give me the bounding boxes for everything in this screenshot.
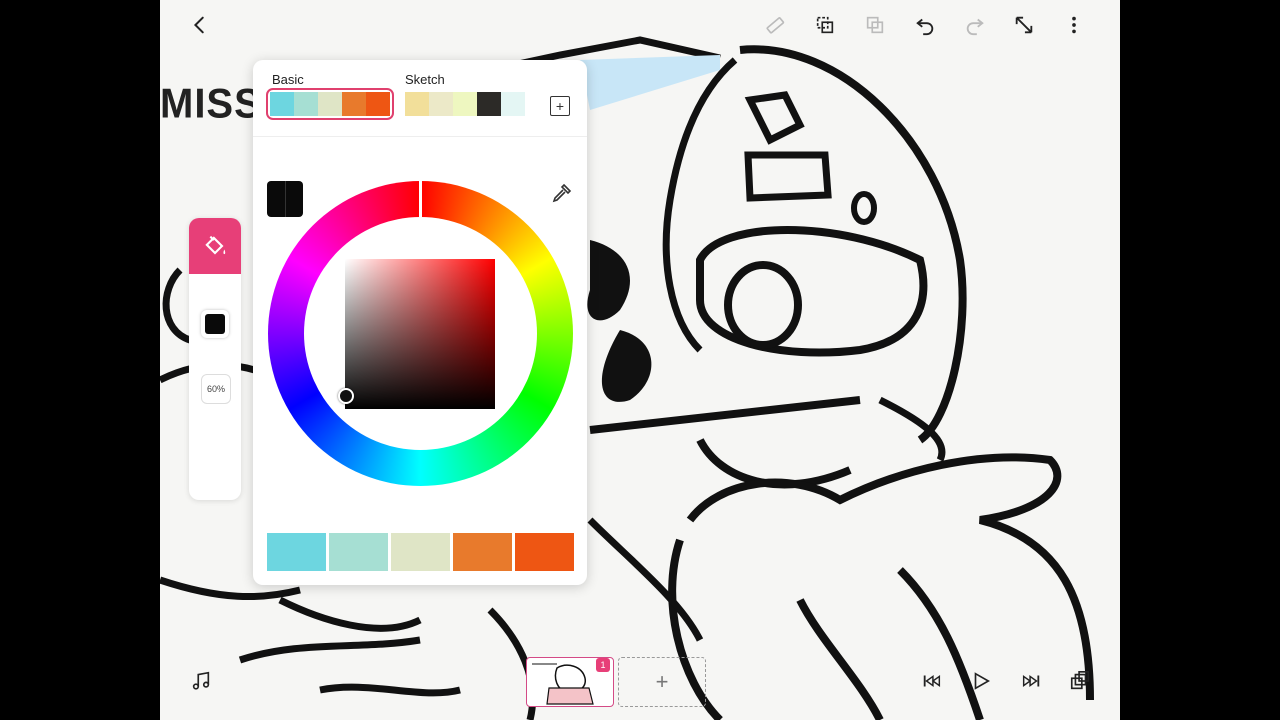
- divider: [253, 136, 587, 137]
- recent-color-swatch[interactable]: [391, 533, 450, 571]
- color-selector-handle[interactable]: [338, 388, 354, 404]
- palette-sketch[interactable]: [405, 92, 525, 116]
- palette-label-basic: Basic: [272, 72, 304, 87]
- recent-color-swatch[interactable]: [267, 533, 326, 571]
- palette-basic[interactable]: [266, 88, 394, 120]
- eyedropper-icon[interactable]: [550, 181, 574, 205]
- copy-icon[interactable]: [812, 12, 838, 38]
- redo-icon[interactable]: [962, 12, 988, 38]
- expand-icon[interactable]: [1011, 12, 1037, 38]
- swatch[interactable]: [405, 92, 429, 116]
- top-toolbar: [160, 0, 1120, 50]
- ruler-icon[interactable]: [762, 12, 788, 38]
- add-frame-button[interactable]: +: [618, 657, 706, 707]
- swatch[interactable]: [294, 92, 318, 116]
- swatch[interactable]: [270, 92, 294, 116]
- more-icon[interactable]: [1061, 12, 1087, 38]
- drawing-canvas[interactable]: MISS 60% Basic Sketch + 1 +: [160, 0, 1120, 720]
- recent-color-swatch[interactable]: [329, 533, 388, 571]
- recent-color-swatch[interactable]: [515, 533, 574, 571]
- recent-colors: [267, 533, 574, 571]
- music-icon[interactable]: [188, 668, 214, 694]
- hue-marker[interactable]: [419, 181, 422, 217]
- tool-opacity-value[interactable]: 60%: [201, 374, 231, 404]
- paste-icon[interactable]: [862, 12, 888, 38]
- saturation-value-square[interactable]: [345, 259, 495, 409]
- paint-bucket-icon[interactable]: [189, 218, 241, 274]
- swatch[interactable]: [501, 92, 525, 116]
- swatch[interactable]: [477, 92, 501, 116]
- color-picker-panel: Basic Sketch +: [253, 60, 587, 585]
- swatch[interactable]: [342, 92, 366, 116]
- swatch[interactable]: [318, 92, 342, 116]
- add-palette-button[interactable]: +: [550, 96, 570, 116]
- canvas-header-text: MISS: [160, 80, 262, 128]
- fast-forward-icon[interactable]: [1018, 668, 1044, 694]
- back-icon[interactable]: [187, 12, 213, 38]
- undo-icon[interactable]: [912, 12, 938, 38]
- swatch[interactable]: [429, 92, 453, 116]
- fill-tool-panel: 60%: [189, 218, 241, 500]
- rewind-icon[interactable]: [919, 668, 945, 694]
- layers-icon[interactable]: [1067, 668, 1093, 694]
- recent-color-swatch[interactable]: [453, 533, 512, 571]
- swatch[interactable]: [453, 92, 477, 116]
- play-icon[interactable]: [968, 668, 994, 694]
- swatch[interactable]: [366, 92, 390, 116]
- frame-number-badge: 1: [596, 658, 610, 672]
- palette-label-sketch: Sketch: [405, 72, 445, 87]
- tool-color-swatch[interactable]: [201, 310, 229, 338]
- current-color-swatch: [267, 181, 303, 217]
